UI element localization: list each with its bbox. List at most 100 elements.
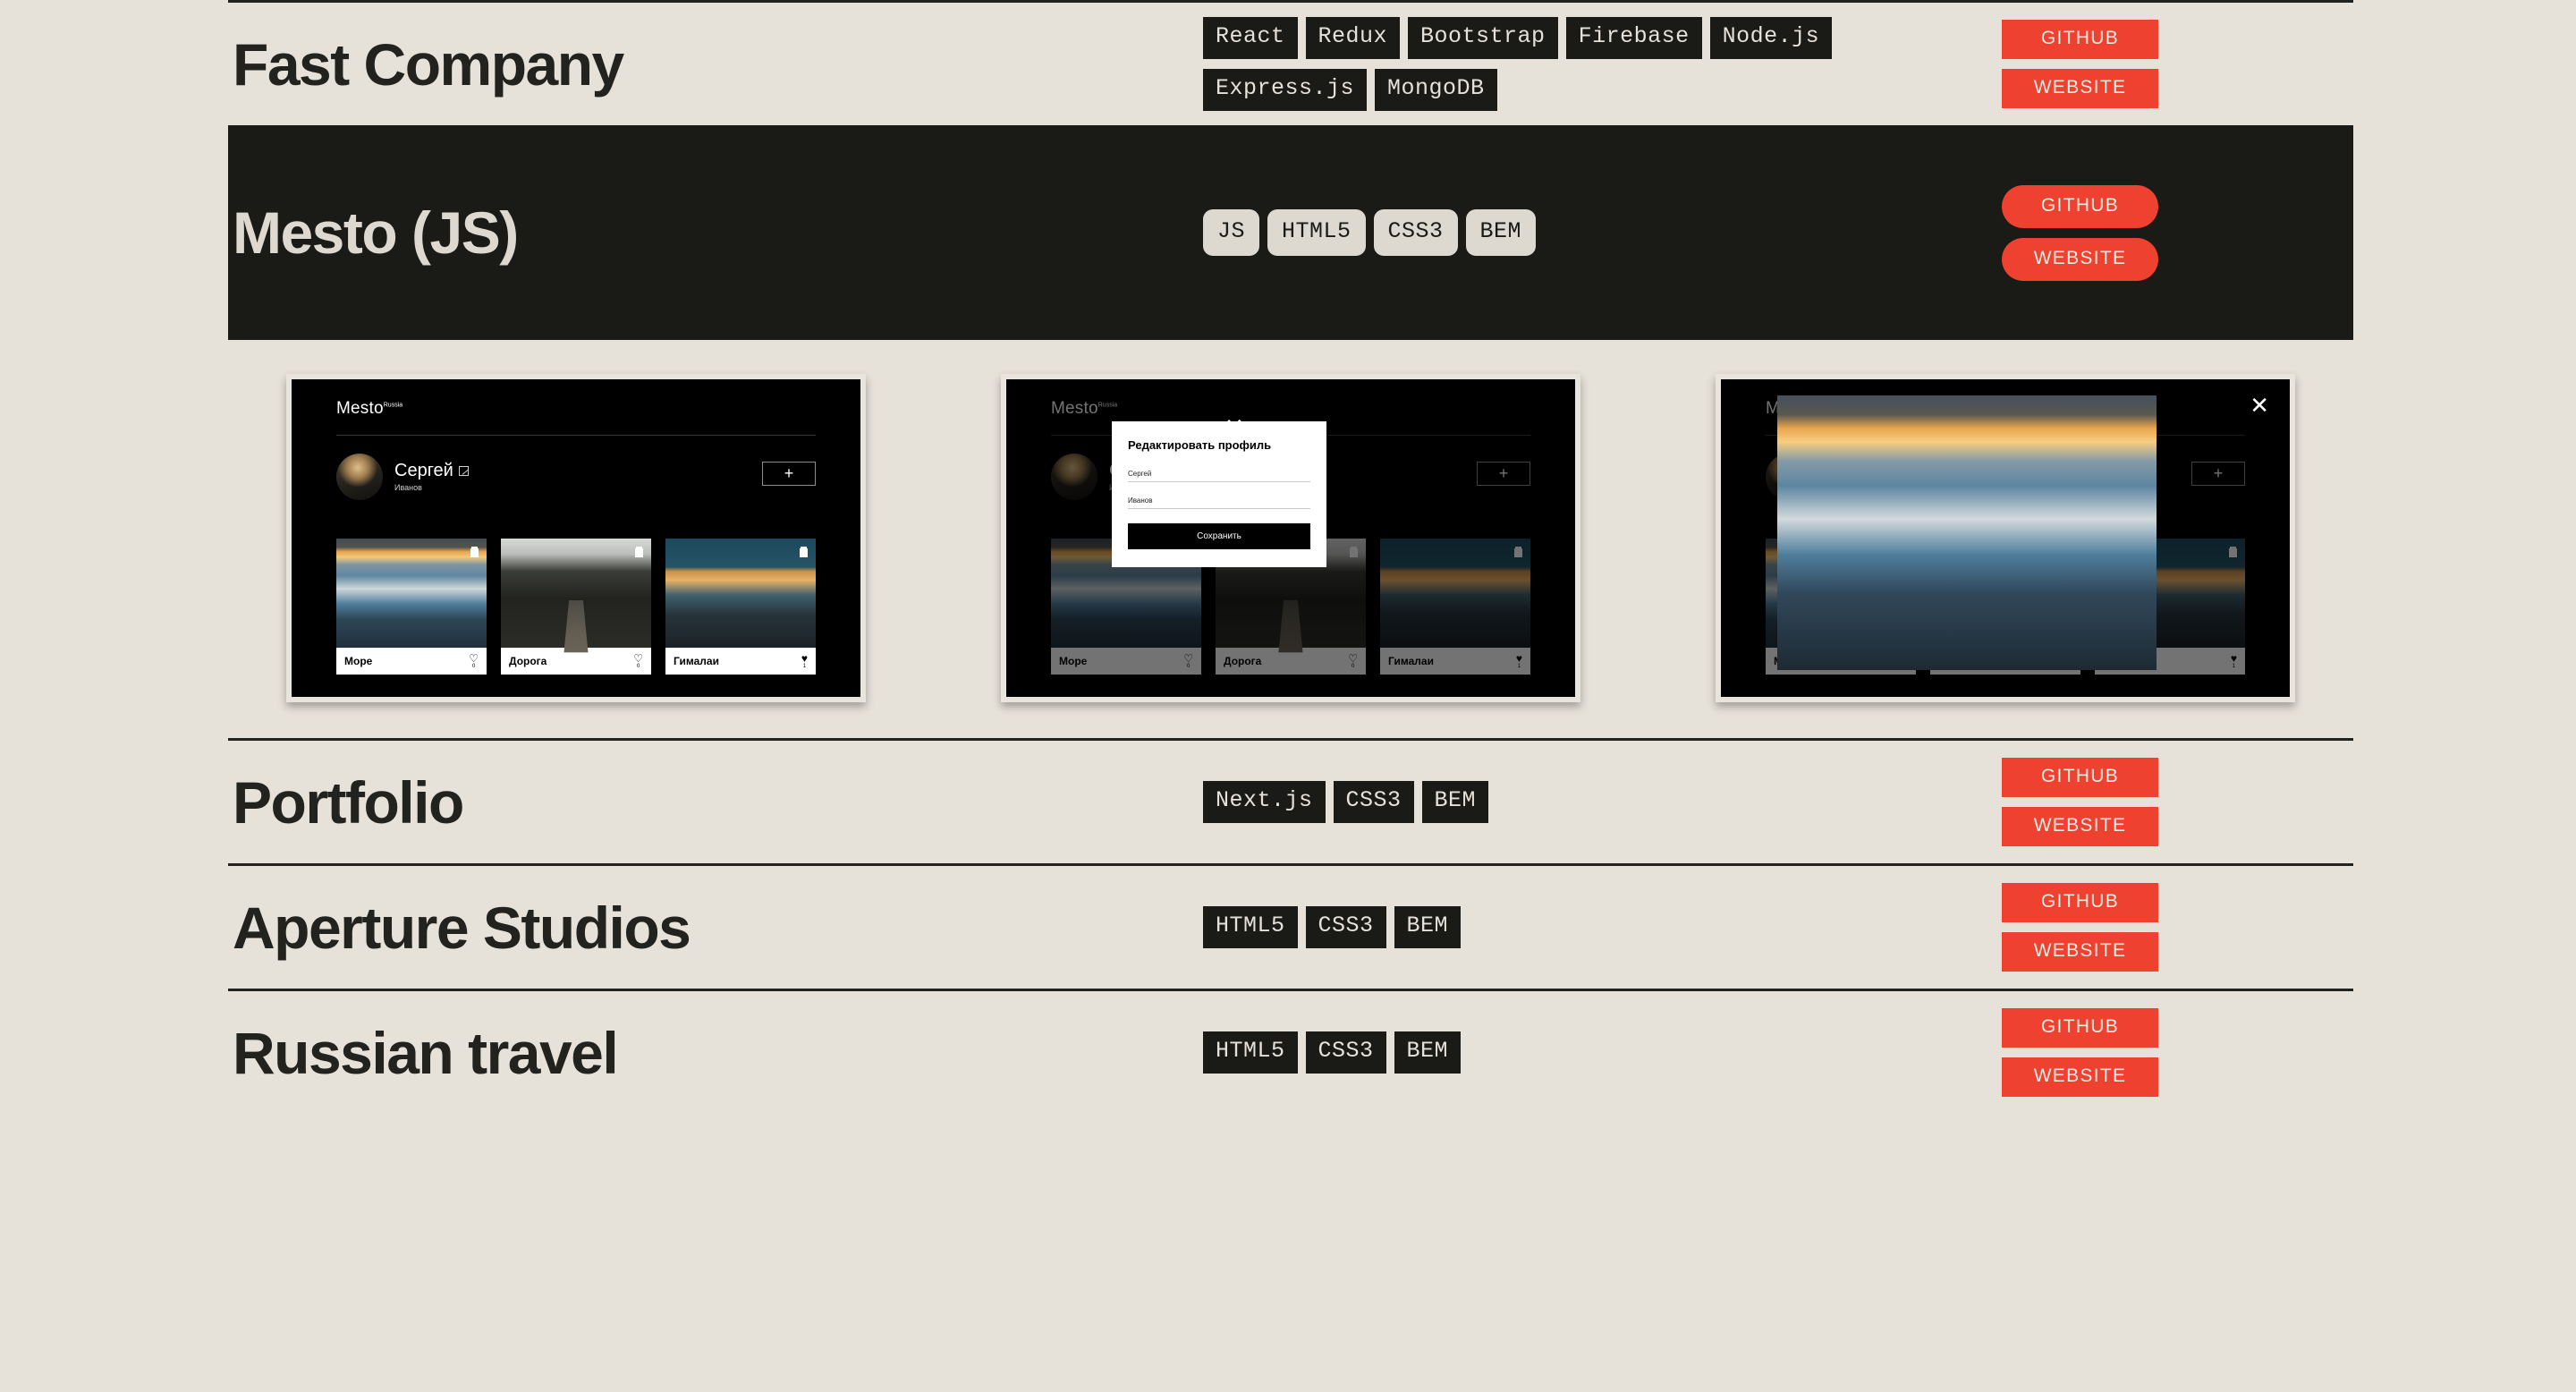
tech-tag: HTML5 bbox=[1203, 1031, 1298, 1074]
github-button[interactable]: GITHUB bbox=[2002, 1008, 2158, 1048]
edit-pencil-icon[interactable] bbox=[458, 466, 469, 476]
tech-tag: CSS3 bbox=[1305, 906, 1386, 948]
project-title: Portfolio bbox=[233, 768, 464, 836]
project-row-portfolio[interactable]: Portfolio Next.js CSS3 BEM GITHUB WEBSIT… bbox=[228, 738, 2353, 863]
heart-filled-icon[interactable]: ♥ bbox=[801, 653, 808, 664]
project-title: Russian travel bbox=[233, 1019, 619, 1086]
card-item[interactable]: Гималаи ♥ 1 bbox=[665, 539, 816, 675]
website-button[interactable]: WEBSITE bbox=[2002, 69, 2158, 108]
profile-name-row: Сергей bbox=[394, 462, 469, 480]
tech-tag: BEM bbox=[1394, 906, 1462, 948]
like-count: 1 bbox=[802, 664, 807, 669]
card-image bbox=[336, 539, 487, 648]
app-logo-superscript: Russia bbox=[383, 402, 403, 409]
add-card-button[interactable]: + bbox=[762, 462, 816, 486]
project-links: GITHUB WEBSITE bbox=[1990, 1008, 2214, 1097]
tech-tag-list: HTML5 CSS3 BEM bbox=[1203, 906, 1990, 948]
tech-tag: Node.js bbox=[1709, 17, 1833, 59]
project-row-fast-company[interactable]: Fast Company React Redux Bootstrap Fireb… bbox=[228, 0, 2353, 125]
app-logo: MestoRussia bbox=[336, 399, 402, 419]
modal-title: Редактировать профиль bbox=[1128, 438, 1272, 452]
tech-tag: CSS3 bbox=[1305, 1031, 1386, 1074]
card-image bbox=[501, 539, 651, 648]
trash-icon[interactable] bbox=[800, 547, 808, 557]
app-logo-text: Mesto bbox=[336, 399, 384, 418]
tech-tag-list: React Redux Bootstrap Firebase Node.js E… bbox=[1203, 17, 1990, 111]
like-control[interactable]: ♥ 1 bbox=[801, 653, 808, 669]
trash-icon[interactable] bbox=[470, 547, 479, 557]
tech-tag: HTML5 bbox=[1203, 906, 1298, 948]
github-button[interactable]: GITHUB bbox=[2002, 758, 2158, 797]
website-button[interactable]: WEBSITE bbox=[2002, 807, 2158, 846]
screenshot-edit-profile-modal[interactable]: MestoRussia Сергей Иванов + bbox=[1001, 374, 1580, 702]
like-count: 0 bbox=[471, 664, 476, 669]
card-item[interactable]: Дорога ♡ 0 bbox=[501, 539, 651, 675]
lightbox-image bbox=[1777, 395, 2157, 670]
profile-name: Сергей bbox=[394, 461, 453, 480]
website-button[interactable]: WEBSITE bbox=[2002, 932, 2158, 972]
screenshot-main-view[interactable]: MestoRussia Сергей Иванов + Море ♡ 0 Дор… bbox=[286, 374, 866, 702]
project-row-russian-travel[interactable]: Russian travel HTML5 CSS3 BEM GITHUB WEB… bbox=[228, 989, 2353, 1114]
project-links: GITHUB WEBSITE bbox=[1990, 758, 2214, 846]
tech-tag: BEM bbox=[1394, 1031, 1462, 1074]
mesto-app-preview: MestoRussia Сергей Иванов + bbox=[1006, 379, 1575, 697]
github-button[interactable]: GITHUB bbox=[2002, 883, 2158, 922]
tech-tag: BEM bbox=[1465, 208, 1537, 257]
project-title: Fast Company bbox=[233, 30, 624, 98]
heart-outline-icon[interactable]: ♡ bbox=[469, 653, 479, 664]
trash-icon[interactable] bbox=[635, 547, 643, 557]
card-image bbox=[665, 539, 816, 648]
heart-outline-icon[interactable]: ♡ bbox=[633, 653, 643, 664]
header-divider bbox=[336, 435, 816, 436]
project-links: GITHUB WEBSITE bbox=[1990, 883, 2214, 972]
card-caption: Море ♡ 0 bbox=[336, 648, 487, 675]
tech-tag: CSS3 bbox=[1333, 781, 1414, 823]
project-links: GITHUB WEBSITE bbox=[1990, 184, 2214, 281]
close-icon[interactable]: ✕ bbox=[2250, 394, 2269, 417]
tech-tag: Bootstrap bbox=[1408, 17, 1558, 59]
surname-input[interactable]: Иванов bbox=[1128, 497, 1310, 509]
tech-tag-list: HTML5 CSS3 BEM bbox=[1203, 1031, 1990, 1074]
card-caption: Гималаи ♥ 1 bbox=[665, 648, 816, 675]
project-title: Mesto (JS) bbox=[233, 199, 519, 266]
project-row-aperture-studios[interactable]: Aperture Studios HTML5 CSS3 BEM GITHUB W… bbox=[228, 863, 2353, 989]
tech-tag: Express.js bbox=[1203, 69, 1368, 111]
tech-tag: CSS3 bbox=[1373, 208, 1458, 257]
like-control[interactable]: ♡ 0 bbox=[633, 653, 643, 669]
tech-tag: HTML5 bbox=[1267, 208, 1366, 257]
project-title: Aperture Studios bbox=[233, 894, 691, 961]
card-item[interactable]: Море ♡ 0 bbox=[336, 539, 487, 675]
tech-tag-list: Next.js CSS3 BEM bbox=[1203, 781, 1990, 823]
save-button[interactable]: Сохранить bbox=[1128, 523, 1310, 549]
website-button[interactable]: WEBSITE bbox=[2002, 1057, 2158, 1097]
tech-tag: BEM bbox=[1421, 781, 1489, 823]
profile-block: Сергей Иванов bbox=[336, 454, 469, 500]
website-button[interactable]: WEBSITE bbox=[2002, 237, 2158, 281]
mesto-app-preview: MestoRussia Сергей Иванов + bbox=[292, 379, 860, 697]
like-control[interactable]: ♡ 0 bbox=[469, 653, 479, 669]
tech-tag: Firebase bbox=[1565, 17, 1702, 59]
name-input[interactable]: Сергей bbox=[1128, 470, 1310, 482]
tech-tag: MongoDB bbox=[1375, 69, 1497, 111]
avatar bbox=[336, 454, 383, 500]
card-title: Дорога bbox=[509, 655, 547, 667]
project-links: GITHUB WEBSITE bbox=[1990, 20, 2214, 108]
screenshot-image-lightbox[interactable]: MestoRussia Сергей Иванов + bbox=[1716, 374, 2295, 702]
tech-tag: JS bbox=[1203, 208, 1260, 257]
card-title: Гималаи bbox=[674, 655, 719, 667]
card-title: Море bbox=[344, 655, 373, 667]
tech-tag: Next.js bbox=[1203, 781, 1326, 823]
tech-tag-list: JS HTML5 CSS3 BEM bbox=[1203, 208, 1990, 257]
github-button[interactable]: GITHUB bbox=[2002, 184, 2158, 228]
profile-surname: Иванов bbox=[394, 483, 422, 492]
project-row-mesto-js[interactable]: Mesto (JS) JS HTML5 CSS3 BEM GITHUB WEBS… bbox=[228, 125, 2353, 340]
like-count: 0 bbox=[636, 664, 640, 669]
github-button[interactable]: GITHUB bbox=[2002, 20, 2158, 59]
portfolio-projects-page: Fast Company React Redux Bootstrap Fireb… bbox=[0, 0, 2576, 1392]
project-screenshot-gallery: MestoRussia Сергей Иванов + Море ♡ 0 Дор… bbox=[228, 340, 2353, 738]
project-list: Fast Company React Redux Bootstrap Fireb… bbox=[0, 0, 2576, 1114]
mesto-app-preview: MestoRussia Сергей Иванов + bbox=[1721, 379, 2290, 697]
tech-tag: Redux bbox=[1305, 17, 1401, 59]
edit-profile-modal: Редактировать профиль Сергей Иванов Сохр… bbox=[1112, 421, 1326, 567]
card-grid: Море ♡ 0 Дорога bbox=[336, 539, 816, 675]
